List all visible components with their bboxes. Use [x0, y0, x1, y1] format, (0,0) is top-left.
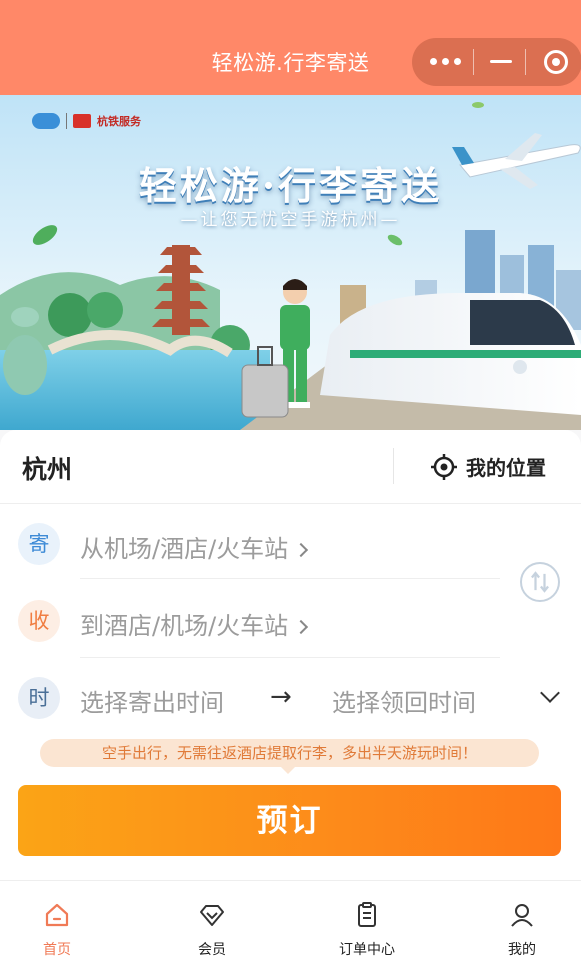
- divider: [80, 578, 500, 579]
- locate-icon: [431, 453, 457, 480]
- receive-at-row[interactable]: 收 到酒店/机场/火车站: [0, 589, 581, 658]
- time-row: 时 选择寄出时间 → 选择领回时间: [0, 666, 581, 730]
- time-badge: 时: [18, 677, 60, 719]
- send-from-row[interactable]: 寄 从机场/酒店/火车站: [0, 512, 581, 579]
- bottom-tab-bar: 首页 会员 订单中心 我的: [0, 880, 581, 965]
- tab-mine[interactable]: 我的: [462, 881, 581, 965]
- promo-banner[interactable]: 杭铁服务 轻松游·行李寄送 —让您无忧空手游杭州—: [0, 95, 581, 430]
- home-icon: [45, 903, 69, 927]
- receive-badge: 收: [18, 600, 60, 642]
- tab-membership[interactable]: 会员: [152, 881, 272, 965]
- banner-illustration: [0, 95, 581, 430]
- close-target-icon[interactable]: [544, 50, 568, 74]
- capsule-divider: [525, 49, 526, 75]
- drop-off-time-picker[interactable]: 选择寄出时间: [80, 683, 224, 718]
- arrow-right-icon: →: [270, 682, 292, 712]
- my-location-label: 我的位置: [466, 456, 546, 480]
- divider: [393, 448, 394, 484]
- more-icon[interactable]: [430, 54, 462, 70]
- my-location-button[interactable]: 我的位置: [431, 452, 546, 481]
- send-badge: 寄: [18, 523, 60, 565]
- tab-home[interactable]: 首页: [0, 881, 117, 965]
- tab-label: 首页: [43, 942, 71, 958]
- logo-divider: [66, 113, 67, 129]
- clipboard-icon: [358, 902, 376, 927]
- partner-logos: 杭铁服务: [32, 113, 141, 129]
- tab-label: 订单中心: [339, 942, 395, 958]
- book-button[interactable]: 预订: [18, 785, 561, 856]
- banner-title: 轻松游·行李寄送: [138, 163, 443, 208]
- user-icon: [511, 904, 533, 927]
- send-from-input[interactable]: 从机场/酒店/火车站: [80, 529, 309, 564]
- banner-subtitle: —让您无忧空手游杭州—: [180, 210, 401, 230]
- city-selector[interactable]: 杭州: [22, 450, 72, 486]
- capsule-divider: [473, 49, 474, 75]
- divider: [0, 503, 581, 504]
- mini-program-capsule: [412, 38, 581, 86]
- tab-label: 我的: [508, 942, 536, 958]
- chevron-right-icon: [294, 542, 309, 558]
- minimize-icon[interactable]: [490, 60, 512, 63]
- promo-tip: 空手出行，无需往返酒店提取行李，多出半天游玩时间！: [40, 739, 539, 774]
- diamond-icon: [200, 905, 224, 926]
- title-bar: 轻松游.行李寄送: [0, 0, 581, 95]
- tab-orders[interactable]: 订单中心: [307, 881, 427, 965]
- receive-at-input[interactable]: 到酒店/机场/火车站: [80, 606, 309, 641]
- logo-mark: [73, 114, 91, 128]
- divider: [80, 657, 500, 658]
- tab-label: 会员: [198, 942, 226, 958]
- chevron-right-icon: [294, 619, 309, 635]
- chevron-down-icon[interactable]: [540, 683, 560, 703]
- receive-at-placeholder: 到酒店/机场/火车站: [80, 612, 289, 640]
- send-from-placeholder: 从机场/酒店/火车站: [80, 535, 289, 563]
- pick-up-time-picker[interactable]: 选择领回时间: [332, 683, 476, 718]
- logo-mark: [32, 113, 60, 129]
- logo-text: 杭铁服务: [97, 115, 141, 128]
